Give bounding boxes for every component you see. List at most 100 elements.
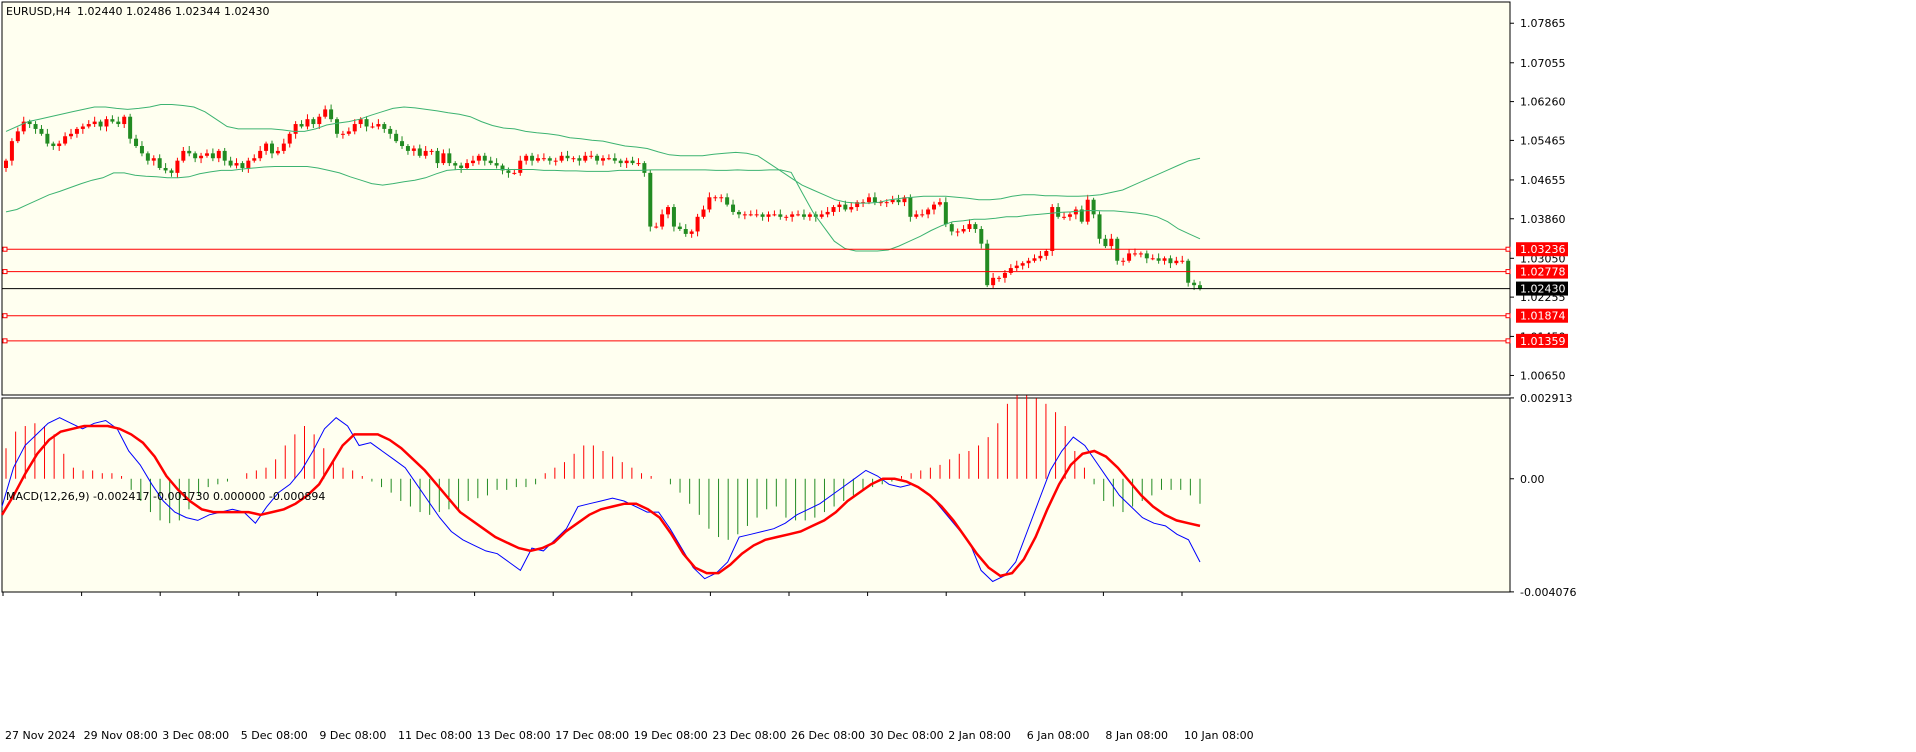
candle-body: [429, 150, 434, 152]
candle-body: [199, 155, 204, 159]
candle-body: [45, 133, 50, 144]
candle-body: [370, 126, 375, 128]
candle-body: [470, 160, 475, 164]
macd-axis-label: 0.00: [1520, 473, 1545, 486]
candle-body: [1062, 216, 1067, 218]
candle-body: [15, 131, 20, 142]
candle-body: [246, 160, 251, 168]
time-axis-label: 19 Dec 08:00: [634, 729, 708, 742]
candle-body: [801, 214, 806, 217]
candle-body: [961, 229, 966, 232]
level-handle[interactable]: [1505, 338, 1511, 344]
candle-body: [512, 172, 517, 174]
candle-body: [949, 224, 954, 232]
candle-body: [866, 197, 871, 203]
candle-body: [116, 121, 121, 125]
candle-body: [677, 226, 682, 230]
candle-body: [837, 204, 842, 208]
candle-body: [553, 160, 558, 162]
candle-body: [163, 167, 168, 171]
candle-body: [1008, 268, 1013, 273]
candle-body: [488, 160, 493, 164]
candle-body: [459, 165, 464, 168]
price-axis-label: 1.03860: [1520, 213, 1566, 226]
candle-body: [606, 158, 611, 160]
candle-body: [671, 207, 676, 227]
level-handle[interactable]: [2, 338, 8, 344]
candle-body: [624, 160, 629, 164]
candle-body: [441, 153, 446, 164]
candle-body: [293, 124, 298, 134]
time-axis-label: 17 Dec 08:00: [555, 729, 629, 742]
candle-body: [86, 124, 91, 127]
candle-body: [269, 143, 274, 154]
macd-header: MACD(12,26,9) -0.002417 -0.001730 0.0000…: [6, 490, 325, 503]
candle-body: [98, 121, 103, 127]
candle-body: [683, 229, 688, 234]
level-handle[interactable]: [2, 246, 8, 252]
candle-body: [1091, 199, 1096, 215]
candle-body: [937, 202, 942, 205]
candle-body: [926, 209, 931, 215]
candle-body: [530, 155, 535, 161]
level-handle[interactable]: [1505, 246, 1511, 252]
candle-body: [535, 158, 540, 161]
candle-body: [796, 214, 801, 216]
candle-body: [364, 119, 369, 127]
time-axis-label: 6 Jan 08:00: [1027, 729, 1090, 742]
candle-body: [252, 158, 257, 161]
candle-body: [1168, 258, 1173, 264]
candle-body: [778, 214, 783, 217]
trading-chart[interactable]: 1.07865 1.07055 1.06260 1.05465 1.04655 1.038…: [0, 0, 1916, 748]
level-handle[interactable]: [1505, 269, 1511, 275]
candle-body: [571, 158, 576, 160]
candle-body: [595, 155, 600, 161]
candle-body: [1056, 207, 1061, 217]
candle-body: [547, 158, 552, 161]
candle-body: [630, 160, 635, 164]
candle-body: [476, 155, 481, 161]
time-axis-label: 23 Dec 08:00: [712, 729, 786, 742]
candle-body: [979, 229, 984, 244]
candle-body: [222, 150, 227, 161]
candle-body: [329, 109, 334, 120]
level-price-label: 1.01359: [1520, 335, 1566, 348]
candle-body: [1156, 258, 1161, 261]
price-panel[interactable]: [1, 1, 1511, 396]
candle-body: [340, 133, 345, 135]
candle-body: [482, 155, 487, 161]
candle-body: [323, 109, 328, 117]
candle-body: [731, 204, 736, 212]
candle-body: [583, 155, 588, 161]
candle-body: [1032, 258, 1037, 261]
candle-body: [494, 163, 499, 166]
candle-body: [1198, 285, 1202, 289]
candle-body: [506, 170, 511, 173]
chart-canvas[interactable]: 1.07865 1.07055 1.06260 1.05465 1.04655 1.038…: [0, 0, 1916, 748]
price-axis-label: 1.07055: [1520, 57, 1566, 70]
candle-body: [896, 199, 901, 203]
level-handle[interactable]: [2, 269, 8, 275]
candle-body: [666, 207, 671, 215]
candle-body: [281, 143, 286, 151]
candle-body: [648, 172, 653, 227]
candle-body: [955, 231, 960, 233]
symbol-header: EURUSD,H4: [6, 5, 71, 18]
candle-body: [825, 211, 830, 215]
candle-body: [713, 197, 718, 199]
candle-body: [565, 155, 570, 159]
candle-body: [1026, 260, 1031, 264]
level-handle[interactable]: [1505, 313, 1511, 319]
candle-body: [335, 119, 340, 134]
candle-body: [884, 202, 889, 204]
candle-body: [417, 148, 422, 156]
candle-body: [819, 214, 824, 217]
candle-body: [754, 214, 759, 216]
time-axis-label: 2 Jan 08:00: [948, 729, 1011, 742]
candle-body: [654, 226, 659, 228]
candle-body: [1180, 260, 1185, 262]
level-handle[interactable]: [2, 313, 8, 319]
candle-body: [985, 243, 990, 286]
candle-body: [849, 207, 854, 210]
candle-body: [134, 138, 139, 147]
